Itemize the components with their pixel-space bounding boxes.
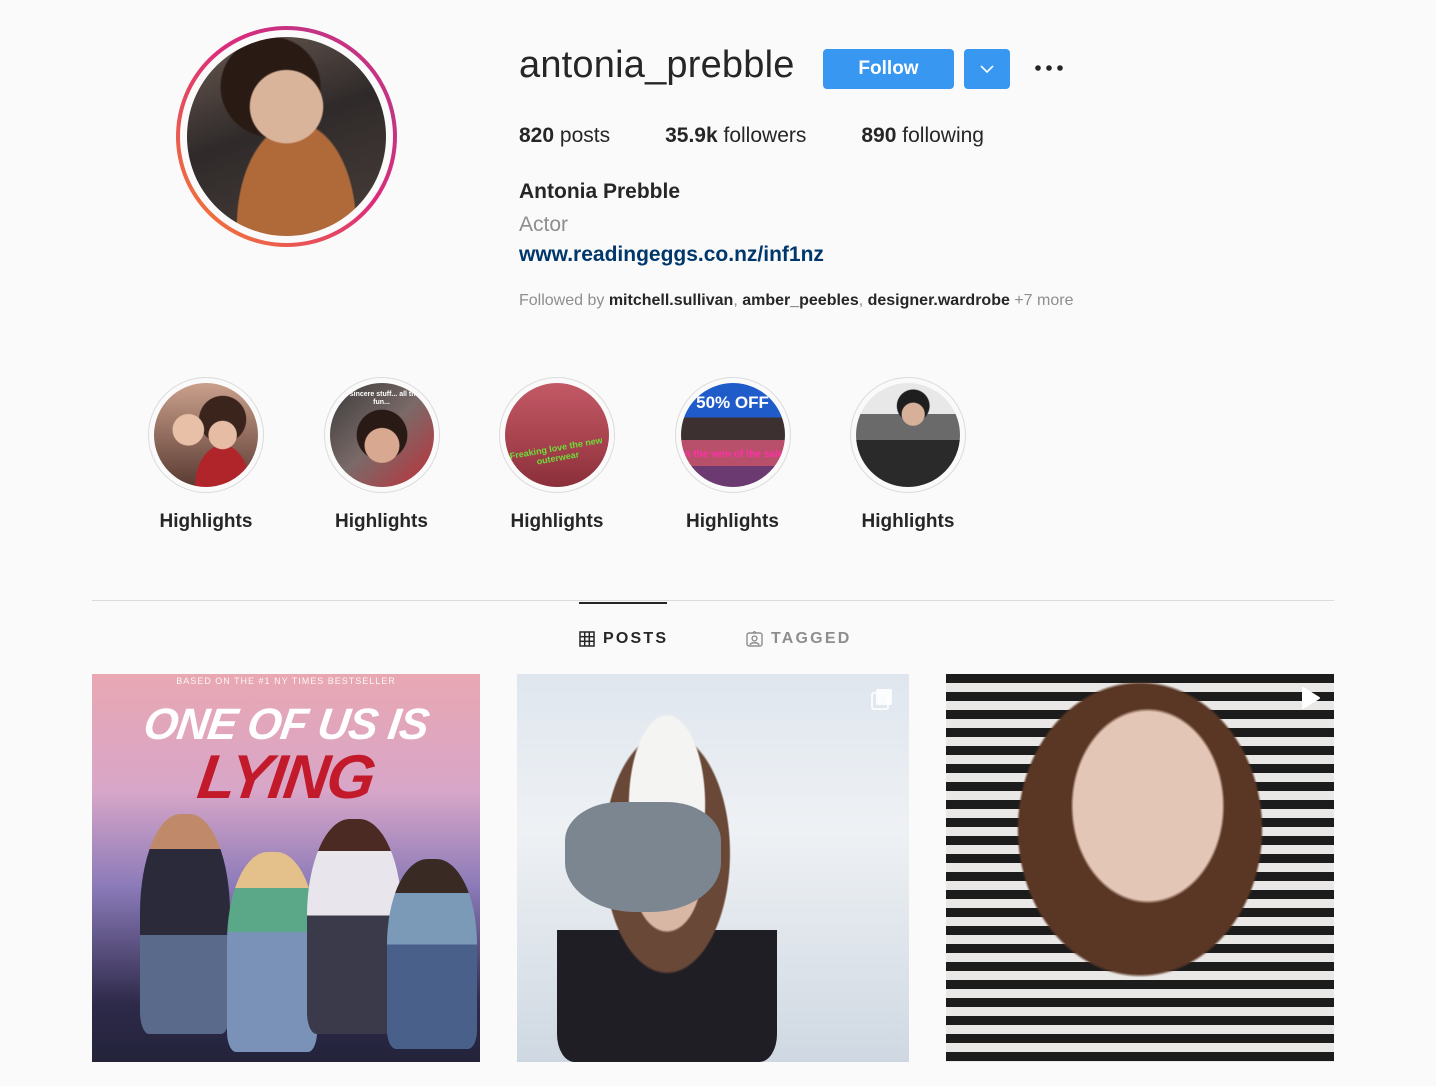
highlight-cover: cul. sincere stuff... all these fun... [329,383,434,487]
followed-by: Followed by mitchell.sullivan, amber_pee… [519,292,1074,309]
suggested-dropdown-button[interactable] [964,49,1010,89]
tagged-icon [746,631,763,647]
grid-icon [579,631,595,647]
username: antonia_prebble [519,44,795,86]
followers-link[interactable]: 35.9k followers [665,124,806,148]
follower-link[interactable]: mitchell.sullivan [609,292,733,309]
poster-figure [227,852,317,1052]
website-link[interactable]: www.readingeggs.co.nz/inf1nz [519,243,824,267]
highlight-item[interactable]: Highlights [850,377,966,533]
highlight-label: Highlights [510,511,604,532]
poster-title: LYING [193,743,379,812]
post-thumbnail[interactable]: BASED ON THE #1 NY TIMES BESTSELLER ONE … [92,674,480,1062]
chevron-down-icon [980,65,994,73]
active-tab-indicator [579,602,667,604]
profile-page: antonia_prebble Follow 820 posts 35.9k f… [0,0,1436,1086]
poster-figure [387,859,477,1049]
more-icon [1035,65,1063,71]
highlight-cover: Freaking love the new outerwear [505,383,609,487]
follower-link[interactable]: designer.wardrobe [868,292,1010,309]
video-icon [1302,687,1320,709]
highlight-item[interactable]: cul. sincere stuff... all these fun... H… [323,377,440,533]
bio-text: Actor [519,213,569,236]
follow-button[interactable]: Follow [823,49,954,89]
highlight-label: Highlights [861,511,955,532]
posts-stat: 820 posts [519,124,611,147]
profile-avatar[interactable] [176,26,397,247]
face-mask [565,802,721,912]
more-followers[interactable]: +7 more [1014,292,1073,309]
highlight-item[interactable]: Freaking love the new outerwear Highligh… [499,377,615,533]
highlight-label: Highlights [686,511,779,532]
poster-figure [140,814,230,1034]
highlight-cover [154,383,258,487]
highlight-cover: 50% OFF In the vein of the sale [680,383,785,487]
tab-tagged[interactable]: TAGGED [746,630,851,648]
post-thumbnail[interactable] [517,674,909,1062]
highlight-item[interactable]: Highlights [148,377,264,533]
profile-photo [187,37,386,236]
highlight-label: Highlights [335,511,428,532]
post-photo-subject [946,674,1334,1062]
more-options-button[interactable] [1030,52,1068,84]
tabs-divider [92,600,1334,601]
tab-posts[interactable]: POSTS [579,630,668,648]
highlight-label: Highlights [159,511,253,532]
carousel-icon [871,689,892,710]
poster-tagline: BASED ON THE #1 NY TIMES BESTSELLER [176,676,396,686]
full-name: Antonia Prebble [519,180,681,203]
highlight-cover [856,383,960,487]
follower-link[interactable]: amber_peebles [742,292,859,309]
profile-stats: 820 posts 35.9k followers 890 following [519,124,1039,148]
following-link[interactable]: 890 following [861,124,984,148]
story-highlights: Highlights cul. sincere stuff... all the… [148,377,1026,533]
post-thumbnail[interactable] [946,674,1334,1062]
highlight-item[interactable]: 50% OFF In the vein of the sale Highligh… [674,377,791,533]
